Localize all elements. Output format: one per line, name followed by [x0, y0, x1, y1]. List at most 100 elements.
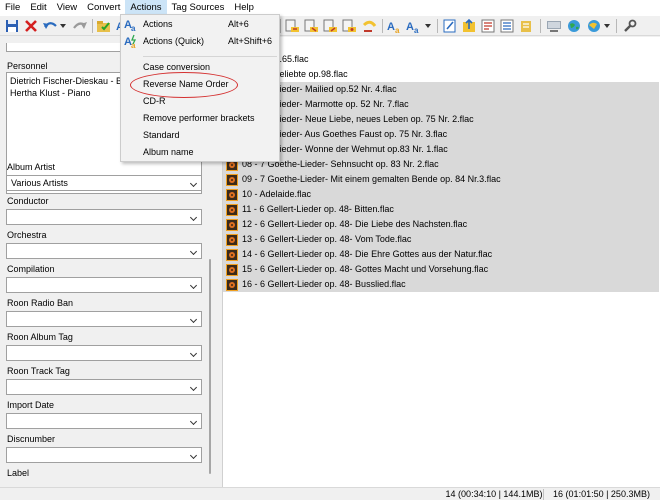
roon-track-tag-label: Roon Track Tag	[7, 366, 70, 376]
chevron-down-icon[interactable]	[189, 451, 198, 460]
chevron-down-icon[interactable]	[189, 349, 198, 358]
file-row[interactable]: 15 - 6 Gellert-Lieder op. 48- Gottes Mac…	[223, 262, 659, 277]
menu-item-label: Actions (Quick)	[143, 36, 205, 46]
status-bar: 14 (00:34:10 | 144.1MB) 16 (01:01:50 | 2…	[0, 487, 660, 500]
tag-sources-dropdown-icon[interactable]	[603, 18, 611, 34]
menu-item-label: Album name	[143, 147, 194, 157]
tag-sources-globe-icon[interactable]	[586, 18, 602, 34]
personnel-label: Personnel	[7, 61, 48, 71]
convert-icon-3[interactable]	[323, 18, 339, 34]
discnumber-combo[interactable]	[6, 447, 202, 463]
file-row[interactable]: 12 - 6 Gellert-Lieder op. 48- Die Liebe …	[223, 217, 659, 232]
file-row[interactable]: 08 - 7 Goethe-Lieder- Sehnsucht op. 83 N…	[223, 157, 659, 172]
svg-text:A: A	[406, 21, 414, 33]
chevron-down-icon[interactable]	[189, 383, 198, 392]
roon-radio-ban-label: Roon Radio Ban	[7, 298, 74, 308]
file-row[interactable]: 09 - 7 Goethe-Lieder- Mit einem gemalten…	[223, 172, 659, 187]
chevron-down-icon[interactable]	[189, 315, 198, 324]
file-name: 11 - 6 Gellert-Lieder op. 48- Bitten.fla…	[242, 204, 394, 214]
roon-album-tag-label: Roon Album Tag	[7, 332, 73, 342]
chevron-down-icon[interactable]	[189, 417, 198, 426]
save-icon[interactable]	[4, 18, 20, 34]
file-row[interactable]: 13 - 6 Gellert-Lieder op. 48- Vom Tode.f…	[223, 232, 659, 247]
file-name: 16 - 6 Gellert-Lieder op. 48- Busslied.f…	[242, 279, 406, 289]
convert-icon-1[interactable]	[285, 18, 301, 34]
actions-toolbar-icon[interactable]: Aa	[406, 18, 422, 34]
file-row[interactable]: Goethe-Lieder- Mailied op.52 Nr. 4.flac	[223, 82, 659, 97]
file-row[interactable]: e ferne Geliebte op.98.flac	[223, 67, 659, 82]
file-row[interactable]: 14 - 6 Gellert-Lieder op. 48- Die Ehre G…	[223, 247, 659, 262]
file-row[interactable]: 11 - 6 Gellert-Lieder op. 48- Bitten.fla…	[223, 202, 659, 217]
case-conversion-icon[interactable]: Aa	[387, 18, 403, 34]
audio-file-icon	[226, 188, 238, 201]
file-row[interactable]: Goethe-Lieder- Aus Goethes Faust op. 75 …	[223, 127, 659, 142]
menu-file[interactable]: File	[0, 0, 25, 16]
export-icon[interactable]	[461, 18, 477, 34]
actions-dropdown-icon[interactable]	[424, 18, 432, 34]
audio-file-icon	[226, 203, 238, 216]
discnumber-label: Discnumber	[7, 434, 56, 444]
status-total: 16 (01:01:50 | 250.3MB)	[553, 489, 650, 499]
menu-convert[interactable]: Convert	[82, 0, 125, 16]
settings-wrench-icon[interactable]	[622, 18, 638, 34]
compilation-combo[interactable]	[6, 277, 202, 293]
file-row[interactable]: Goethe-Lieder- Marmotte op. 52 Nr. 7.fla…	[223, 97, 659, 112]
import-date-combo[interactable]	[6, 413, 202, 429]
audio-file-icon	[226, 278, 238, 291]
undo-dropdown-icon[interactable]	[59, 18, 67, 34]
file-row[interactable]: Goethe-Lieder- Neue Liebe, neues Leben o…	[223, 112, 659, 127]
highlight-circle	[130, 72, 238, 98]
orchestra-combo[interactable]	[6, 243, 202, 259]
svg-text:a: a	[131, 24, 136, 32]
delete-icon[interactable]	[23, 18, 39, 34]
playlist-icon[interactable]	[480, 18, 496, 34]
file-name: 13 - 6 Gellert-Lieder op. 48- Vom Tode.f…	[242, 234, 412, 244]
convert-icon-5[interactable]	[362, 18, 378, 34]
roon-radio-ban-combo[interactable]	[6, 311, 202, 327]
audio-file-icon	[226, 173, 238, 186]
menu-item-standard[interactable]: Standard	[121, 127, 279, 144]
redo-icon[interactable]	[72, 18, 88, 34]
menu-item-actions[interactable]: Aa Actions Alt+6	[121, 16, 279, 33]
menu-item-label: Actions	[143, 19, 173, 29]
export-list-icon[interactable]	[518, 18, 534, 34]
convert-icon-2[interactable]	[304, 18, 320, 34]
chevron-down-icon[interactable]	[189, 213, 198, 222]
file-row[interactable]: 16 - 6 Gellert-Lieder op. 48- Busslied.f…	[223, 277, 659, 292]
report-icon[interactable]	[499, 18, 515, 34]
file-row[interactable]: Goethe-Lieder- Wonne der Wehmut op.83 Nr…	[223, 142, 659, 157]
file-name: 12 - 6 Gellert-Lieder op. 48- Die Liebe …	[242, 219, 468, 229]
undo-icon[interactable]	[42, 18, 58, 34]
status-selected: 14 (00:34:10 | 144.1MB)	[445, 489, 543, 499]
label-label: Label	[7, 468, 30, 478]
chevron-down-icon[interactable]	[189, 281, 198, 290]
file-name: 10 - Adelaide.flac	[242, 189, 312, 199]
edit-icon[interactable]	[442, 18, 458, 34]
file-row[interactable]: erfido! op.65.flac	[223, 52, 659, 67]
menu-item-album-name[interactable]: Album name	[121, 144, 279, 161]
menu-item-actions-quick[interactable]: Aa Actions (Quick) Alt+Shift+6	[121, 33, 279, 50]
svg-text:a: a	[414, 26, 419, 34]
menu-item-shortcut: Alt+Shift+6	[228, 36, 273, 46]
menu-view[interactable]: View	[52, 0, 82, 16]
file-name: 15 - 6 Gellert-Lieder op. 48- Gottes Mac…	[242, 264, 489, 274]
menu-item-remove-performer-brackets[interactable]: Remove performer brackets	[121, 110, 279, 127]
roon-track-tag-combo[interactable]	[6, 379, 202, 395]
web-globe-icon[interactable]	[566, 18, 582, 34]
file-row[interactable]: 10 - Adelaide.flac	[223, 187, 659, 202]
roon-album-tag-combo[interactable]	[6, 345, 202, 361]
computer-icon[interactable]	[546, 18, 562, 34]
album-artist-label: Album Artist	[7, 162, 56, 172]
panel-scrollbar-thumb[interactable]	[209, 259, 211, 474]
menu-edit[interactable]: Edit	[25, 0, 51, 16]
conductor-combo[interactable]	[6, 209, 202, 225]
convert-icon-4[interactable]	[342, 18, 358, 34]
orchestra-label: Orchestra	[7, 230, 47, 240]
open-folder-check-icon[interactable]	[96, 18, 112, 34]
chevron-down-icon[interactable]	[189, 247, 198, 256]
album-artist-value: Various Artists	[11, 178, 68, 188]
album-artist-combo[interactable]: Various Artists	[6, 175, 202, 191]
chevron-down-icon[interactable]	[189, 179, 198, 188]
menu-item-label: Standard	[143, 130, 180, 140]
audio-file-icon	[226, 263, 238, 276]
